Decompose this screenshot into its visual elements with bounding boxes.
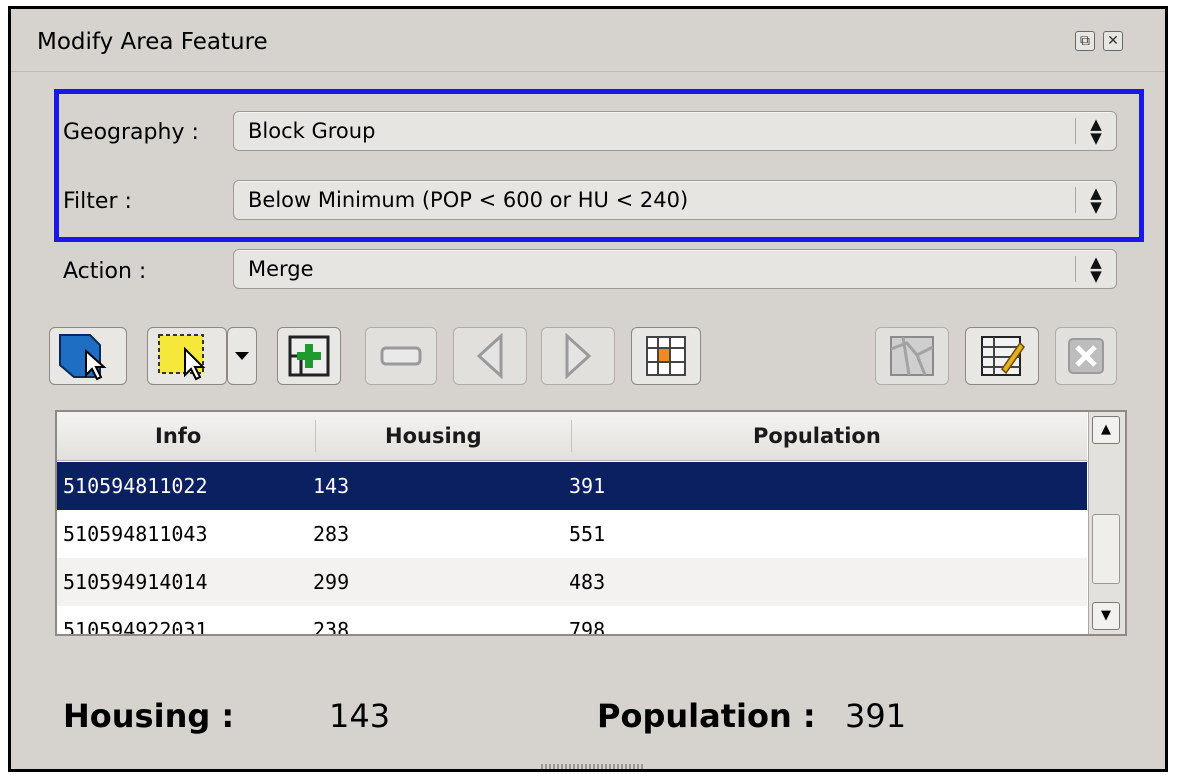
float-icon[interactable]: ⧉: [1075, 31, 1095, 51]
column-header-housing[interactable]: Housing: [385, 424, 482, 448]
combo-separator: [1075, 118, 1076, 144]
cell-info: 510594914014: [63, 570, 208, 594]
scroll-up-icon[interactable]: ▲: [1092, 416, 1120, 444]
filter-value: Below Minimum (POP < 600 or HU < 240): [248, 188, 689, 212]
combo-separator: [1075, 256, 1076, 282]
scroll-down-icon[interactable]: ▼: [1092, 602, 1120, 630]
table-header: Info Housing Population: [57, 412, 1087, 461]
edit-table-icon: [981, 336, 1025, 376]
resize-grip[interactable]: [541, 764, 643, 769]
cell-housing: 283: [313, 522, 350, 546]
combo-separator: [1075, 187, 1076, 213]
grid-button[interactable]: [631, 327, 701, 385]
cell-population: 551: [569, 522, 606, 546]
filter-label: Filter :: [63, 189, 132, 214]
summary-population-value: 391: [845, 697, 907, 735]
edit-table-button[interactable]: [965, 327, 1039, 385]
cell-housing: 299: [313, 570, 350, 594]
column-header-population[interactable]: Population: [753, 424, 881, 448]
table-scrollbar[interactable]: ▲ ▼: [1088, 412, 1125, 634]
updown-arrow-icon: ▲ ▼: [1090, 184, 1102, 216]
add-feature-button[interactable]: [277, 327, 341, 385]
summary-population-label: Population :: [597, 697, 816, 735]
map-button[interactable]: [875, 327, 949, 385]
next-button[interactable]: [541, 327, 615, 385]
action-label: Action :: [63, 259, 147, 284]
add-feature-icon: [288, 335, 330, 377]
select-feature-button[interactable]: [49, 327, 127, 385]
next-icon: [565, 333, 592, 379]
updown-arrow-icon: ▲ ▼: [1090, 115, 1102, 147]
action-value: Merge: [248, 257, 314, 281]
scroll-thumb[interactable]: [1092, 514, 1120, 584]
delete-icon: [1068, 338, 1104, 374]
summary-housing-label: Housing :: [63, 697, 235, 735]
delete-button[interactable]: [1055, 327, 1117, 385]
cell-info: 510594922031: [63, 618, 208, 636]
features-table[interactable]: Info Housing Population 510594811022 143…: [55, 410, 1127, 636]
table-row[interactable]: 510594914014 299 483: [57, 558, 1087, 606]
cell-population: 798: [569, 618, 606, 636]
table-row[interactable]: 510594811022 143 391: [57, 462, 1087, 510]
column-divider: [315, 420, 316, 452]
filter-select[interactable]: Below Minimum (POP < 600 or HU < 240) ▲ ▼: [233, 180, 1117, 220]
remove-feature-icon: [380, 346, 422, 366]
cell-info: 510594811022: [63, 474, 208, 498]
cell-population: 391: [569, 474, 606, 498]
panel-titlebar: Modify Area Feature ⧉ ✕: [11, 9, 1165, 72]
geography-value: Block Group: [248, 119, 376, 143]
select-mode-dropdown[interactable]: [227, 327, 257, 385]
grid-icon: [646, 336, 686, 376]
summary-housing-value: 143: [329, 697, 391, 735]
column-header-info[interactable]: Info: [155, 424, 201, 448]
cell-housing: 238: [313, 618, 350, 636]
previous-icon: [476, 333, 503, 379]
previous-button[interactable]: [453, 327, 527, 385]
table-row[interactable]: 510594811043 283 551: [57, 510, 1087, 558]
column-divider: [571, 420, 572, 452]
cell-housing: 143: [313, 474, 350, 498]
cell-population: 483: [569, 570, 606, 594]
select-feature-icon: [59, 334, 107, 381]
panel-title: Modify Area Feature: [37, 29, 268, 55]
map-icon: [890, 336, 934, 376]
rectangle-select-icon: [158, 334, 206, 381]
updown-arrow-icon: ▲ ▼: [1090, 253, 1102, 285]
geography-select[interactable]: Block Group ▲ ▼: [233, 111, 1117, 151]
dropdown-arrow-icon: [235, 352, 249, 360]
cell-info: 510594811043: [63, 522, 208, 546]
remove-feature-button[interactable]: [365, 327, 437, 385]
modify-area-feature-panel: Modify Area Feature ⧉ ✕ Geography : Bloc…: [8, 6, 1168, 772]
rectangle-select-button[interactable]: [147, 327, 227, 385]
geography-label: Geography :: [63, 120, 199, 145]
close-icon[interactable]: ✕: [1103, 31, 1123, 51]
action-select[interactable]: Merge ▲ ▼: [233, 249, 1117, 289]
table-row[interactable]: 510594922031 238 798: [57, 606, 1087, 636]
